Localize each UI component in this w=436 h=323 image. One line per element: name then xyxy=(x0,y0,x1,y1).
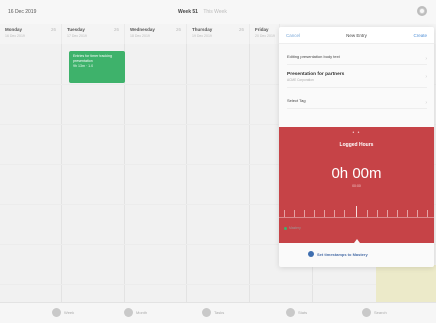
day-count: 26 xyxy=(238,27,244,32)
ruler-tick xyxy=(284,210,285,217)
logged-hours-card[interactable]: • • Logged Hours 0h 00m 00:00 xyxy=(279,127,434,243)
tag-indicator: Mastery xyxy=(284,226,301,230)
panel-title: New Entry xyxy=(346,33,367,38)
day-count: 26 xyxy=(50,27,56,32)
day-header-tuesday[interactable]: Tuesday 17 Dec 2019 26 xyxy=(62,24,125,44)
logged-hours-title: Logged Hours xyxy=(339,142,374,148)
tab-label: Month xyxy=(136,310,148,315)
day-name: Friday xyxy=(255,27,269,32)
description-text: Editing presentation body text xyxy=(287,54,340,59)
ruler-tick xyxy=(356,206,357,217)
ruler-tick xyxy=(407,210,408,217)
day-column[interactable] xyxy=(187,44,250,302)
tab-label: Stats xyxy=(298,310,308,315)
chevron-right-icon: › xyxy=(425,74,427,80)
day-column[interactable] xyxy=(125,44,187,302)
day-date: 18 Dec 2019 xyxy=(130,34,150,38)
ruler-tick xyxy=(334,210,335,217)
stats-icon xyxy=(286,308,295,317)
day-date: 20 Dec 2019 xyxy=(255,34,275,38)
day-column[interactable] xyxy=(0,44,62,302)
ruler-tick xyxy=(387,210,388,217)
day-header-wednesday[interactable]: Wednesday 18 Dec 2019 26 xyxy=(125,24,187,44)
ruler-tick xyxy=(314,210,315,217)
time-entry-block[interactable]: Entries for timer tracking presentation … xyxy=(69,51,125,83)
project-name: Presentation for partners xyxy=(287,72,345,77)
tab-label: Week xyxy=(64,310,75,315)
day-name: Monday xyxy=(5,27,23,32)
page-dots: • • xyxy=(352,130,361,136)
tab-month[interactable]: Month xyxy=(124,308,147,317)
month-icon xyxy=(124,308,133,317)
tasks-icon xyxy=(202,308,211,317)
ruler-tick xyxy=(324,210,325,217)
search-icon xyxy=(362,308,371,317)
tab-week[interactable]: Week xyxy=(52,308,74,317)
day-header-thursday[interactable]: Thursday 19 Dec 2019 26 xyxy=(187,24,250,44)
week-label: Week 51 xyxy=(178,9,198,15)
tab-search[interactable]: Search xyxy=(362,308,387,317)
panel-header: Cancel New Entry Create xyxy=(279,27,434,44)
chevron-right-icon: › xyxy=(425,56,427,62)
ruler-tick xyxy=(427,210,428,217)
day-count: 26 xyxy=(113,27,119,32)
ruler-tick xyxy=(304,210,305,217)
hour-line xyxy=(0,284,436,285)
logged-hours-value: 0h 00m xyxy=(331,165,382,182)
set-timestamps-button[interactable]: Set timestamps to Mastery xyxy=(308,251,368,257)
entry-title: Entries for timer tracking presentation xyxy=(73,54,112,63)
create-button[interactable]: Create xyxy=(413,33,427,38)
day-count: 26 xyxy=(175,27,181,32)
tab-label: Tasks xyxy=(214,310,225,315)
ruler-tick xyxy=(397,210,398,217)
tag-row[interactable]: Select Tag › xyxy=(287,98,427,109)
tab-stats[interactable]: Stats xyxy=(286,308,307,317)
week-header: Week 51 This Week xyxy=(178,9,227,15)
tab-label: Search xyxy=(374,310,387,315)
ruler-tick xyxy=(417,210,418,217)
calendar-icon xyxy=(52,308,61,317)
ruler-tick xyxy=(367,210,368,217)
top-bar: 16 Dec 2019 Week 51 This Week xyxy=(0,0,436,24)
tab-bar: Week Month Tasks Stats Search xyxy=(0,302,436,323)
ruler-tick xyxy=(294,210,295,217)
date-range-label[interactable]: 16 Dec 2019 xyxy=(8,9,36,15)
tag-color-dot xyxy=(284,226,287,230)
slider-pointer-icon xyxy=(354,239,360,243)
ruler-tick xyxy=(344,210,345,217)
highlight-area xyxy=(376,265,436,302)
week-sub-label[interactable]: This Week xyxy=(203,9,227,15)
day-date: 19 Dec 2019 xyxy=(192,34,212,38)
gear-icon[interactable] xyxy=(417,6,427,16)
day-date: 17 Dec 2019 xyxy=(67,34,87,38)
app-window: 16 Dec 2019 Week 51 This Week Monday 16 … xyxy=(0,0,436,323)
client-name: ACME Corporation xyxy=(287,78,314,82)
tag-name: Mastery xyxy=(289,226,301,230)
clock-icon xyxy=(308,251,314,257)
set-timestamps-label: Set timestamps to Mastery xyxy=(317,251,368,257)
day-name: Thursday xyxy=(192,27,213,32)
tag-select-label: Select Tag xyxy=(287,98,306,103)
day-name: Wednesday xyxy=(130,27,155,32)
day-date: 16 Dec 2019 xyxy=(5,34,25,38)
description-row[interactable]: Editing presentation body text › xyxy=(287,54,427,65)
day-name: Tuesday xyxy=(67,27,85,32)
logged-hours-sub: 00:00 xyxy=(352,184,361,188)
entry-time: 9h 13m · 1.0 xyxy=(73,64,94,68)
project-row[interactable]: Presentation for partners ACME Corporati… xyxy=(287,72,427,88)
day-header-monday[interactable]: Monday 16 Dec 2019 26 xyxy=(0,24,62,44)
tab-tasks[interactable]: Tasks xyxy=(202,308,224,317)
ruler-tick xyxy=(377,210,378,217)
day-header-friday[interactable]: Friday 20 Dec 2019 xyxy=(250,24,280,44)
new-entry-panel: Cancel New Entry Create Editing presenta… xyxy=(279,27,434,267)
hours-slider[interactable] xyxy=(279,204,434,218)
chevron-right-icon: › xyxy=(425,100,427,106)
